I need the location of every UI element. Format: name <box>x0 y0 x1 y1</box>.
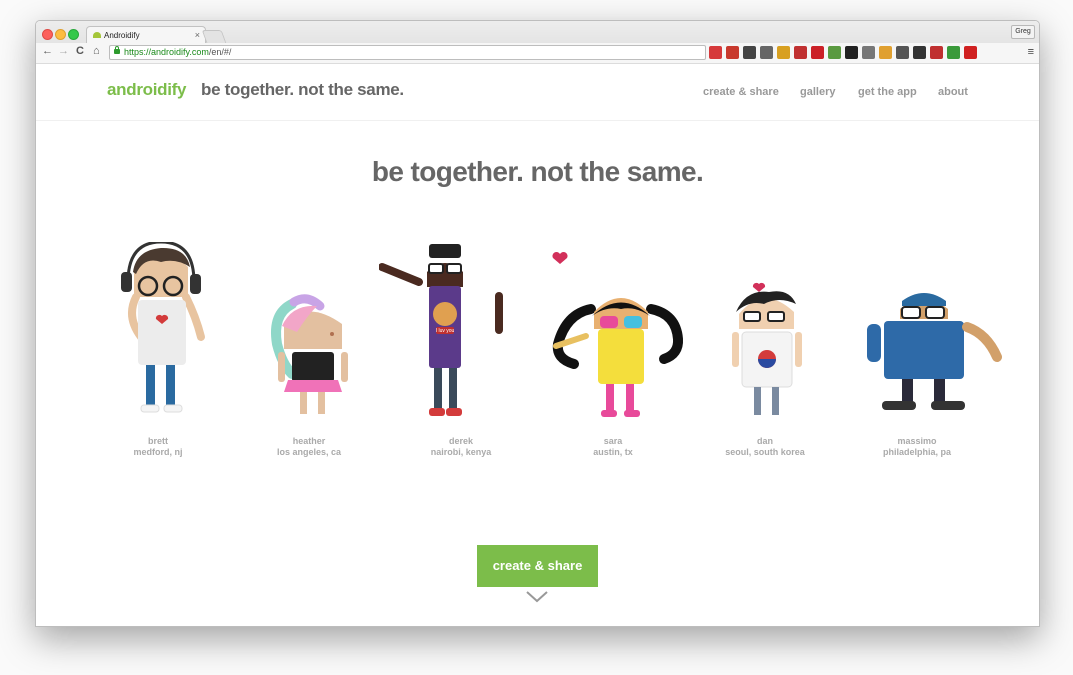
pinterest-icon[interactable] <box>811 46 824 59</box>
character-name: massimo <box>897 436 937 446</box>
profile-button[interactable]: Greg <box>1011 25 1035 39</box>
caption-heather: heather los angeles, ca <box>239 436 379 458</box>
new-tab-button[interactable] <box>201 30 227 43</box>
android-avatar-massimo[interactable] <box>862 279 1002 419</box>
menu-icon[interactable]: ≡ <box>1028 46 1034 58</box>
character-location: nairobi, kenya <box>430 447 492 457</box>
address-bar[interactable]: https://androidify.com/en/#/ <box>109 45 706 60</box>
android-favicon-icon <box>93 32 101 38</box>
nav-get-the-app[interactable]: get the app <box>858 86 917 98</box>
character-name: derek <box>448 436 474 446</box>
nav-about[interactable]: about <box>938 86 968 98</box>
chevron-down-icon[interactable] <box>525 590 549 604</box>
browser-toolbar: ← → C ⌂ https://androidify.com/en/#/ ≡ <box>36 43 1039 63</box>
android-avatar-heather[interactable] <box>262 294 357 419</box>
nav-create-share[interactable]: create & share <box>703 86 779 98</box>
caption-dan: dan seoul, south korea <box>695 436 835 458</box>
page-content: androidify be together. not the same. cr… <box>36 64 1039 626</box>
caption-brett: brett medford, nj <box>88 436 228 458</box>
back-arrow-icon[interactable]: ← <box>42 45 53 57</box>
create-share-button[interactable]: create & share <box>477 545 598 587</box>
character-name: heather <box>292 436 326 446</box>
clipboard-icon[interactable] <box>879 46 892 59</box>
caption-derek: derek nairobi, kenya <box>391 436 531 458</box>
site-header: androidify be together. not the same. cr… <box>36 64 1039 121</box>
character-name: sara <box>603 436 623 446</box>
pdf-icon[interactable] <box>709 46 722 59</box>
forward-arrow-icon[interactable]: → <box>58 45 69 57</box>
browser-chrome: Androidify × Greg ← → C ⌂ https://androi… <box>36 21 1039 65</box>
tab-androidify[interactable]: Androidify × <box>86 26 206 44</box>
tab-title: Androidify <box>104 31 140 40</box>
pocket-icon[interactable] <box>760 46 773 59</box>
tab-close-icon[interactable]: × <box>195 30 200 40</box>
browser-window: Androidify × Greg ← → C ⌂ https://androi… <box>35 20 1040 627</box>
font-icon[interactable] <box>743 46 756 59</box>
page-headline: be together. not the same. <box>371 156 704 187</box>
nav-gallery[interactable]: gallery <box>800 86 835 98</box>
character-location: seoul, south korea <box>725 447 805 457</box>
character-location: los angeles, ca <box>276 447 342 457</box>
caption-sara: sara austin, tx <box>543 436 683 458</box>
android-avatar-dan[interactable] <box>724 274 809 419</box>
heart-icon <box>552 251 568 264</box>
lock-icon <box>114 46 120 54</box>
print-icon[interactable] <box>726 46 739 59</box>
address-url: https://androidify.com/en/#/ <box>124 47 232 57</box>
caption-massimo: massimo philadelphia, pa <box>847 436 987 458</box>
bell-icon[interactable] <box>794 46 807 59</box>
character-location: medford, nj <box>133 447 183 457</box>
evernote-icon[interactable] <box>828 46 841 59</box>
minimize-window-button[interactable] <box>55 29 66 40</box>
android-avatar-sara[interactable] <box>546 234 686 419</box>
color-wheel-icon[interactable] <box>777 46 790 59</box>
android-avatar-brett[interactable] <box>106 242 216 417</box>
header-tagline: be together. not the same. <box>201 80 404 99</box>
checklist-icon[interactable] <box>913 46 926 59</box>
pen-icon[interactable] <box>930 46 943 59</box>
recycle-icon[interactable] <box>896 46 909 59</box>
gl-icon[interactable] <box>964 46 977 59</box>
reload-icon[interactable]: C <box>76 45 84 57</box>
amazon-icon[interactable] <box>845 46 858 59</box>
character-name: brett <box>148 436 168 446</box>
derek-shirt-text: I luv you <box>436 328 455 334</box>
character-location: austin, tx <box>593 447 633 457</box>
home-icon[interactable]: ⌂ <box>93 45 100 57</box>
androidify-logo[interactable]: androidify <box>107 80 186 100</box>
cast-icon[interactable] <box>862 46 875 59</box>
maximize-window-button[interactable] <box>68 29 79 40</box>
character-location: philadelphia, pa <box>882 447 951 457</box>
sync-icon[interactable] <box>947 46 960 59</box>
close-window-button[interactable] <box>42 29 53 40</box>
character-name: dan <box>756 436 773 446</box>
extension-icons <box>709 46 977 60</box>
android-avatar-derek[interactable]: I luv you <box>379 242 509 420</box>
